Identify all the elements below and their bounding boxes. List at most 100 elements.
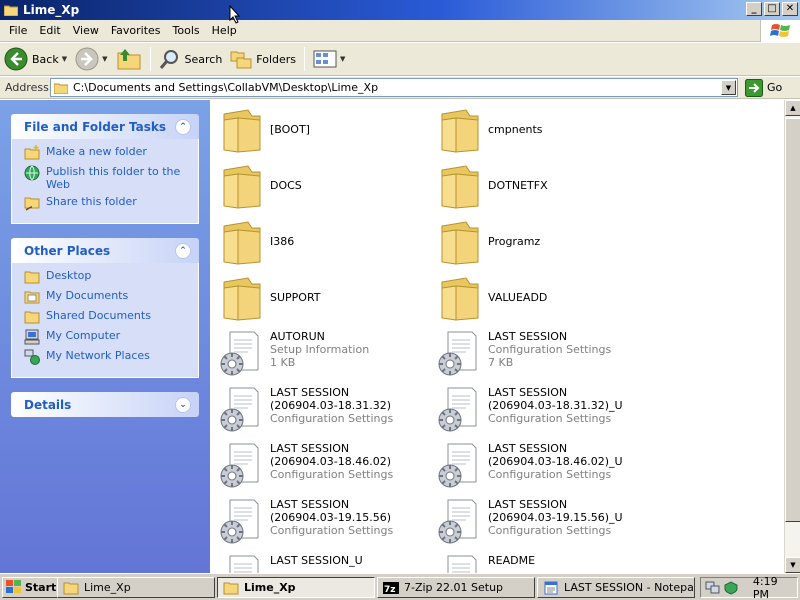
views-button[interactable]: ▼	[309, 45, 349, 73]
folder-icon	[24, 271, 40, 284]
settings-file-icon	[436, 386, 484, 434]
file-name: LAST SESSION	[270, 498, 350, 511]
chevron-down-icon[interactable]: ▼	[62, 55, 67, 63]
folder-icon	[436, 218, 484, 266]
scroll-thumb[interactable]	[785, 118, 800, 522]
details-header[interactable]: Details ⌄	[11, 392, 199, 417]
publish-folder-link[interactable]: Publish this folder to the Web	[24, 165, 192, 191]
my-documents-link[interactable]: My Documents	[24, 289, 192, 305]
file-type: Setup Information	[270, 343, 370, 356]
menu-favorites[interactable]: Favorites	[105, 24, 167, 37]
taskbar-item-lime-xp-1[interactable]: Lime_Xp	[57, 577, 215, 598]
svg-text:7z: 7z	[384, 585, 396, 595]
close-button[interactable]: ✕	[782, 2, 798, 16]
go-button[interactable]: Go	[745, 78, 782, 97]
desktop-link[interactable]: Desktop	[24, 269, 192, 285]
network-tray-icon[interactable]	[705, 581, 721, 595]
folder-icon	[436, 106, 484, 154]
expand-chevron-icon[interactable]: ⌄	[175, 396, 191, 413]
minimize-button[interactable]: _	[746, 2, 762, 16]
taskbar: Start Lime_Xp Lime_Xp 7z 7-Zip 22.01 Set…	[0, 573, 800, 600]
file-name: I386	[270, 235, 295, 248]
scroll-down-button[interactable]: ▼	[785, 557, 800, 573]
taskbar-item-lime-xp-2[interactable]: Lime_Xp	[217, 577, 375, 598]
make-new-folder-link[interactable]: Make a new folder	[24, 145, 192, 161]
folder-item[interactable]: cmpnents	[436, 106, 654, 160]
file-type: Configuration Settings	[270, 524, 394, 537]
settings-file-icon	[436, 554, 484, 573]
taskbar-item-notepad[interactable]: LAST SESSION - Notepad	[537, 577, 695, 598]
file-item[interactable]: LAST SESSION Configuration Settings 7 KB	[436, 330, 654, 384]
shared-documents-link[interactable]: Shared Documents	[24, 309, 192, 325]
menu-tools[interactable]: Tools	[167, 24, 206, 37]
security-tray-icon[interactable]	[723, 580, 739, 595]
chevron-down-icon[interactable]: ▼	[340, 55, 345, 63]
file-item[interactable]: LAST SESSION (206904.03-19.15.56)_U Config…	[436, 498, 654, 552]
file-item[interactable]: LAST SESSION (206904.03-19.15.56) Configur…	[218, 498, 436, 552]
folder-item[interactable]: VALUEADD	[436, 274, 654, 328]
folder-item[interactable]: [BOOT]	[218, 106, 436, 160]
file-name-line2: (206904.03-18.46.02)	[270, 455, 392, 468]
window-title: Lime_Xp	[23, 3, 80, 17]
menu-view[interactable]: View	[67, 24, 105, 37]
address-path: C:\Documents and Settings\CollabVM\Deskt…	[73, 81, 379, 94]
scroll-up-button[interactable]: ▲	[785, 100, 800, 116]
menu-help[interactable]: Help	[206, 24, 243, 37]
settings-file-icon	[436, 442, 484, 490]
collapse-chevron-icon[interactable]: ⌃	[175, 242, 191, 259]
file-item[interactable]: AUTORUN Setup Information 1 KB	[218, 330, 436, 384]
address-input[interactable]: C:\Documents and Settings\CollabVM\Deskt…	[50, 78, 738, 97]
other-places-header[interactable]: Other Places ⌃	[11, 238, 199, 263]
file-item[interactable]: LAST SESSION_U	[218, 554, 436, 573]
toolbar: Back ▼ ▼ Search Folders ▼	[0, 43, 800, 76]
menu-edit[interactable]: Edit	[33, 24, 66, 37]
folders-button[interactable]: Folders	[226, 45, 300, 73]
menu-file[interactable]: File	[0, 24, 33, 37]
title-bar[interactable]: Lime_Xp _ □ ✕	[0, 0, 800, 20]
file-item[interactable]: LAST SESSION (206904.03-18.31.32) Configur…	[218, 386, 436, 440]
file-name: LAST SESSION	[488, 442, 568, 455]
folder-item[interactable]: I386	[218, 218, 436, 272]
file-name: LAST SESSION	[488, 386, 568, 399]
shared-folder-icon	[24, 311, 40, 324]
start-button[interactable]: Start	[2, 576, 63, 598]
file-name: SUPPORT	[270, 291, 321, 304]
back-button[interactable]: Back ▼	[0, 45, 71, 73]
file-item[interactable]: LAST SESSION (206904.03-18.46.02) Configur…	[218, 442, 436, 496]
other-places-panel: Other Places ⌃ Desktop My Documents Shar…	[11, 238, 199, 378]
file-item[interactable]: LAST SESSION (206904.03-18.46.02)_U Config…	[436, 442, 654, 496]
file-folder-tasks-header[interactable]: File and Folder Tasks ⌃	[11, 114, 199, 139]
my-computer-link[interactable]: My Computer	[24, 329, 192, 345]
folder-item[interactable]: DOCS	[218, 162, 436, 216]
taskbar-item-7zip[interactable]: 7z 7-Zip 22.01 Setup	[377, 577, 535, 598]
folder-icon	[54, 83, 68, 94]
search-icon	[159, 50, 178, 69]
chevron-down-icon[interactable]: ▼	[102, 55, 107, 63]
windows-logo-icon	[760, 20, 800, 42]
vertical-scrollbar[interactable]: ▲ ▼	[784, 100, 800, 573]
share-folder-link[interactable]: Share this folder	[24, 195, 192, 211]
new-folder-icon	[24, 145, 40, 160]
file-name-line2: (206904.03-19.15.56)	[270, 511, 392, 524]
address-label: Address	[5, 81, 49, 94]
file-item[interactable]: LAST SESSION (206904.03-18.31.32)_U Config…	[436, 386, 654, 440]
up-folder-button[interactable]	[112, 45, 146, 73]
forward-button[interactable]: ▼	[71, 45, 111, 73]
file-name-line2: (206904.03-18.46.02)_U	[488, 455, 623, 468]
file-name-line2: (206904.03-18.31.32)_U	[488, 399, 623, 412]
collapse-chevron-icon[interactable]: ⌃	[175, 118, 191, 135]
back-arrow-icon	[4, 47, 28, 71]
file-name: [BOOT]	[270, 123, 310, 136]
folder-item[interactable]: SUPPORT	[218, 274, 436, 328]
address-dropdown-button[interactable]: ▼	[721, 80, 736, 95]
maximize-button[interactable]: □	[764, 2, 780, 16]
folder-item[interactable]: DOTNETFX	[436, 162, 654, 216]
my-network-places-link[interactable]: My Network Places	[24, 349, 192, 365]
go-arrow-icon	[745, 78, 763, 97]
folder-item[interactable]: Programz	[436, 218, 654, 272]
folder-icon	[218, 274, 266, 322]
search-button[interactable]: Search	[155, 45, 227, 73]
views-icon	[313, 50, 337, 68]
file-item[interactable]: README	[436, 554, 654, 573]
address-bar: Address C:\Documents and Settings\Collab…	[0, 77, 800, 99]
